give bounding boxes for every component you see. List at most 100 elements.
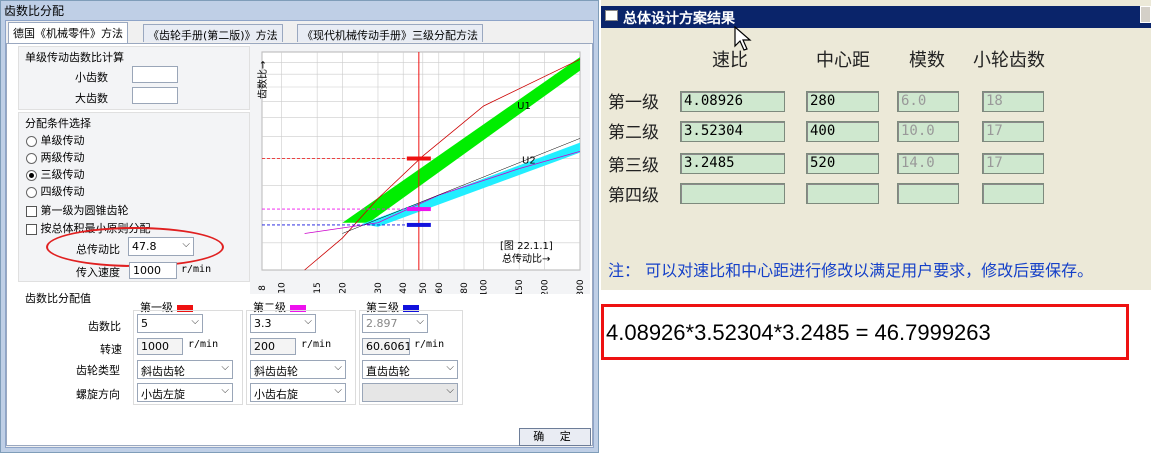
- minimize-button[interactable]: [1140, 6, 1151, 23]
- radio-label: 三级传动: [40, 168, 85, 181]
- result-window-title: 总体设计方案结果: [601, 6, 1151, 28]
- stage3-helix-combo[interactable]: ⌵: [362, 383, 458, 402]
- chevron-down-icon[interactable]: ⌵: [334, 385, 342, 396]
- checkbox-icon: [26, 223, 37, 235]
- y-axis-label: 齿数比→: [256, 61, 269, 99]
- stage2-center-input[interactable]: 400: [806, 121, 879, 142]
- x-tick-label: 30: [374, 282, 384, 294]
- stage3-module-field: 14.0: [897, 153, 959, 174]
- input-speed-unit: r/min: [181, 264, 212, 275]
- design-result-window: [601, 0, 1151, 290]
- x-tick-label: 200: [540, 279, 550, 294]
- x-tick-label: 40: [399, 282, 409, 294]
- product-result-box: 4.08926*3.52304*3.2485 = 46.7999263: [601, 304, 1129, 360]
- distribution-title: 齿数比分配值: [25, 292, 91, 305]
- col-header-module: 模数: [909, 50, 945, 71]
- stage1-gear-type-combo[interactable]: 斜齿齿轮 ⌵: [137, 360, 233, 379]
- condition-title: 分配条件选择: [25, 117, 91, 130]
- stage2-ratio-combo[interactable]: 3.3 ⌵: [250, 314, 316, 333]
- chevron-down-icon[interactable]: ⌵: [304, 316, 312, 327]
- stage1-teeth-field: 18: [982, 91, 1044, 112]
- checkbox-label: 第一级为圆锥齿轮: [40, 204, 129, 217]
- stage1-speed-field[interactable]: 1000: [137, 338, 183, 355]
- radio-two-stage[interactable]: 两级传动: [26, 149, 85, 165]
- radio-selected-icon: [26, 169, 37, 181]
- bevel-first-stage-checkbox[interactable]: 第一级为圆锥齿轮: [26, 202, 129, 218]
- col-header-teeth: 小轮齿数: [973, 50, 1045, 71]
- stage2-helix-combo[interactable]: 小齿右旋 ⌵: [250, 383, 346, 402]
- radio-single-stage[interactable]: 单级传动: [26, 132, 85, 148]
- radio-four-stage[interactable]: 四级传动: [26, 183, 85, 199]
- stage2-teeth-field: 17: [982, 121, 1044, 142]
- x-tick-label: 60: [435, 282, 445, 294]
- chevron-down-icon[interactable]: ⌵: [334, 362, 342, 373]
- stage3-speed-unit: r/min: [414, 339, 445, 350]
- stage3-center-input[interactable]: 520: [806, 153, 879, 174]
- stage-marker: [406, 156, 431, 161]
- ok-button[interactable]: 确 定: [519, 428, 591, 446]
- stage4-module-field: [897, 183, 959, 204]
- stage3-teeth-field: 17: [982, 153, 1044, 174]
- result-window-title-text: 总体设计方案结果: [623, 11, 735, 27]
- stage2-ratio-input[interactable]: 3.52304: [680, 121, 785, 142]
- tab-gear-handbook-method[interactable]: 《齿轮手册(第二版)》方法: [143, 24, 283, 42]
- stage3-gear-type-value: 直齿齿轮: [366, 365, 410, 378]
- checkbox-icon: [26, 205, 37, 217]
- chevron-down-icon[interactable]: ⌵: [221, 385, 229, 396]
- stage2-ratio-value: 3.3: [254, 317, 272, 330]
- stage1-helix-combo[interactable]: 小齿左旋 ⌵: [137, 383, 233, 402]
- stage1-gear-type-value: 斜齿齿轮: [141, 365, 185, 378]
- u2-label: U2: [522, 155, 536, 166]
- stage1-speed-unit: r/min: [188, 339, 219, 350]
- x-axis-label: 总传动比→: [502, 252, 550, 265]
- input-speed-field[interactable]: 1000: [129, 262, 177, 279]
- stage2-helix-value: 小齿右旋: [254, 388, 298, 401]
- radio-icon: [26, 186, 37, 198]
- x-tick-label: 20: [338, 282, 348, 294]
- small-teeth-input[interactable]: [132, 66, 178, 83]
- radio-label: 两级传动: [40, 151, 85, 164]
- stage1-ratio-combo[interactable]: 5 ⌵: [137, 314, 203, 333]
- stage2-speed-unit: r/min: [301, 339, 332, 350]
- chevron-down-icon[interactable]: ⌵: [446, 385, 454, 396]
- row-label-stage3: 第三级: [608, 156, 659, 176]
- input-speed-label: 传入速度: [76, 266, 120, 279]
- stage4-teeth-field: [982, 183, 1044, 204]
- big-teeth-input[interactable]: [132, 87, 178, 104]
- stage1-center-input[interactable]: 280: [806, 91, 879, 112]
- highlight-ellipse: [46, 227, 224, 267]
- stage2-gear-type-combo[interactable]: 斜齿齿轮 ⌵: [250, 360, 346, 379]
- ratio-chart: 8101520304050608010015020030022.53456789…: [250, 44, 590, 294]
- tab-german-method[interactable]: 德国《机械零件》方法: [8, 22, 128, 43]
- radio-icon: [26, 152, 37, 164]
- radio-three-stage[interactable]: 三级传动: [26, 166, 85, 182]
- x-tick-label: 10: [278, 282, 288, 294]
- stage4-ratio-input[interactable]: [680, 183, 785, 204]
- chevron-down-icon[interactable]: ⌵: [446, 362, 454, 373]
- x-tick-label: 150: [515, 279, 525, 294]
- radio-icon: [26, 135, 37, 147]
- stage3-ratio-input[interactable]: 3.2485: [680, 153, 785, 174]
- stage1-module-field: 6.0: [897, 91, 959, 112]
- x-tick-label: 15: [313, 282, 323, 293]
- row-label-helix: 螺旋方向: [76, 388, 120, 401]
- stage3-ratio-value: 2.897: [366, 317, 398, 330]
- figure-label: [图 22.1.1]: [500, 240, 553, 252]
- stage1-ratio-input[interactable]: 4.08926: [680, 91, 785, 112]
- stage2-speed-field[interactable]: 200: [250, 338, 296, 355]
- stage3-ratio-combo[interactable]: 2.897 ⌵: [362, 314, 428, 333]
- stage3-gear-type-combo[interactable]: 直齿齿轮 ⌵: [362, 360, 458, 379]
- x-tick-label: 8: [258, 285, 268, 291]
- chevron-down-icon[interactable]: ⌵: [221, 362, 229, 373]
- chevron-down-icon[interactable]: ⌵: [416, 316, 424, 327]
- chevron-down-icon[interactable]: ⌵: [191, 316, 199, 327]
- row-label-stage2: 第二级: [608, 123, 659, 143]
- row-label-gear-type: 齿轮类型: [76, 364, 120, 377]
- stage2-module-field: 10.0: [897, 121, 959, 142]
- stage1-ratio-value: 5: [141, 317, 148, 330]
- row-label-stage1: 第一级: [608, 93, 659, 113]
- row-label-speed: 转速: [100, 343, 122, 356]
- stage4-center-input[interactable]: [806, 183, 879, 204]
- stage3-speed-field[interactable]: 60.6061: [362, 338, 410, 355]
- tab-modern-handbook-method[interactable]: 《现代机械传动手册》三级分配方法: [297, 24, 483, 42]
